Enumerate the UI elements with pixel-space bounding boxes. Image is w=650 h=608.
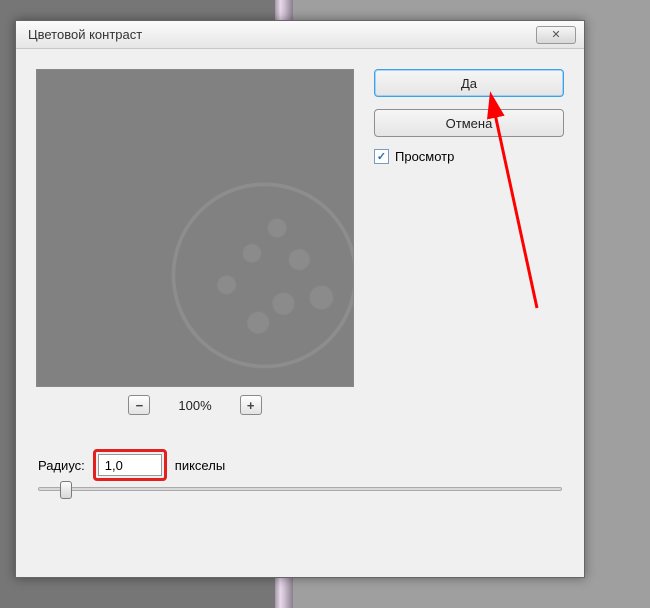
radius-slider[interactable] (38, 487, 562, 491)
zoom-in-button[interactable]: + (240, 395, 262, 415)
radius-input-highlight (93, 449, 167, 481)
minus-icon: − (136, 398, 144, 413)
ok-button-label: Да (461, 76, 477, 91)
close-button[interactable]: ✕ (536, 26, 576, 44)
preview-checkbox[interactable]: ✓ (374, 149, 389, 164)
preview-checkbox-row: ✓ Просмотр (374, 149, 568, 164)
dialog-body: − 100% + Да Отмена ✓ Просмотр Радиус: (16, 49, 584, 577)
zoom-level: 100% (178, 398, 211, 413)
checkmark-icon: ✓ (377, 150, 386, 163)
radius-label: Радиус: (38, 458, 85, 473)
zoom-controls: − 100% + (36, 395, 354, 415)
dialog-title: Цветовой контраст (28, 27, 536, 42)
high-pass-dialog: Цветовой контраст ✕ − 100% + Да Отмена (15, 20, 585, 578)
radius-unit: пикселы (175, 458, 225, 473)
dialog-titlebar[interactable]: Цветовой контраст ✕ (16, 21, 584, 49)
preview-checkbox-label: Просмотр (395, 149, 454, 164)
filter-preview[interactable] (36, 69, 354, 387)
plus-icon: + (247, 398, 255, 413)
radius-input[interactable] (98, 454, 162, 476)
radius-row: Радиус: пикселы (38, 449, 225, 481)
slider-thumb[interactable] (60, 481, 72, 499)
cancel-button[interactable]: Отмена (374, 109, 564, 137)
slider-track (38, 487, 562, 491)
cancel-button-label: Отмена (446, 116, 493, 131)
ok-button[interactable]: Да (374, 69, 564, 97)
close-icon: ✕ (551, 28, 560, 41)
dialog-buttons-column: Да Отмена ✓ Просмотр (374, 69, 568, 164)
preview-image (37, 70, 353, 386)
zoom-out-button[interactable]: − (128, 395, 150, 415)
